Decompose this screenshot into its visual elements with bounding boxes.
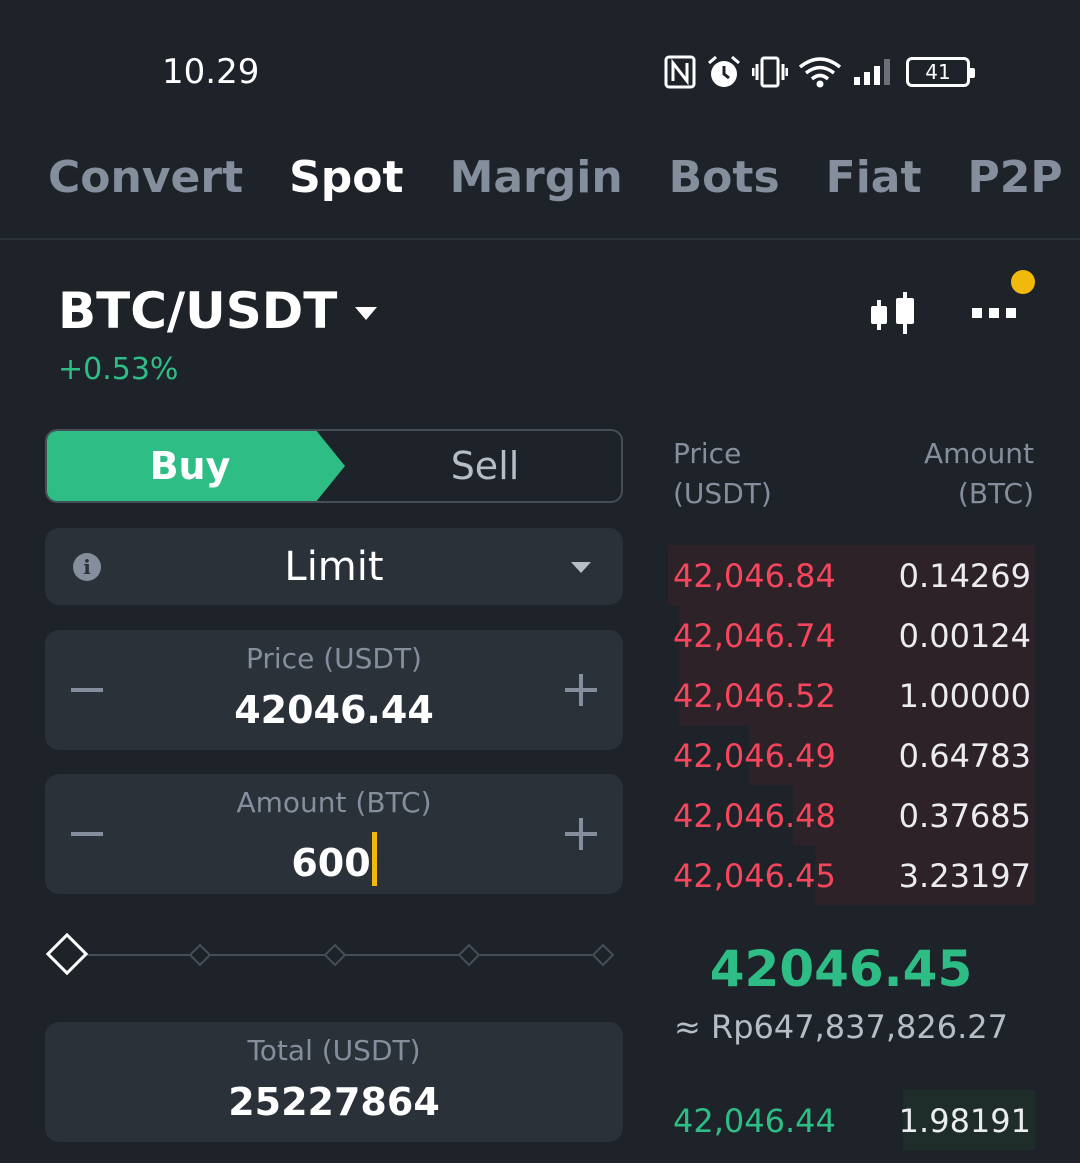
buy-label: Buy [149,444,231,488]
amount-percent-slider[interactable] [45,932,620,976]
buy-sell-toggle: Buy Sell [45,429,623,503]
ask-row[interactable]: 42,046.49 0.64783 [668,725,1035,785]
trade-tabs: Convert Spot Margin Bots Fiat P2P [48,148,1080,208]
ask-price: 42,046.45 [673,857,836,895]
slider-step-75[interactable] [457,943,481,967]
ask-price: 42,046.49 [673,737,836,775]
ask-price: 42,046.84 [673,557,836,595]
caret-down-icon [355,306,378,320]
order-type-value: Limit [284,544,384,590]
slider-handle[interactable] [45,932,89,976]
ask-price: 42,046.52 [673,677,836,715]
price-stepper[interactable]: Price (USDT) 42046.44 [45,630,623,750]
amount-stepper[interactable]: Amount (BTC) 600 [45,774,623,894]
price-input[interactable]: 42046.44 [45,688,623,732]
tab-bots[interactable]: Bots [669,148,780,208]
last-price[interactable]: 42046.45 [668,940,1014,998]
price-header-line2: (USDT) [673,477,772,510]
ask-row[interactable]: 42,046.84 0.14269 [668,545,1035,605]
nfc-icon [664,55,696,89]
total-input[interactable]: 25227864 [45,1080,623,1124]
slider-step-100[interactable] [591,943,615,967]
ask-amount: 3.23197 [898,857,1031,895]
ask-amount: 0.14269 [898,557,1031,595]
slider-step-50[interactable] [323,943,347,967]
total-field[interactable]: Total (USDT) 25227864 [45,1022,623,1142]
tab-p2p[interactable]: P2P [968,148,1063,208]
amount-header-line2: (BTC) [957,477,1034,510]
fiat-equivalent-price: ≈ Rp647,837,826.27 [674,1008,1008,1046]
bid-row[interactable]: 42,046.44 1.98191 [668,1090,1035,1150]
bid-amount: 1.98191 [898,1102,1031,1140]
total-label: Total (USDT) [247,1034,421,1067]
ask-amount: 1.00000 [898,677,1031,715]
tab-margin[interactable]: Margin [450,148,623,208]
bid-price: 42,046.44 [673,1102,836,1140]
tab-fiat[interactable]: Fiat [826,148,922,208]
notification-dot [1011,270,1035,294]
ask-row[interactable]: 42,046.74 0.00124 [668,605,1035,665]
chevron-down-icon [571,562,591,573]
pair-name: BTC/USDT [58,282,338,340]
amount-input[interactable]: 600 [45,832,623,886]
amount-increment-button[interactable] [565,818,597,850]
buy-button[interactable]: Buy [47,431,345,501]
ask-amount: 0.00124 [898,617,1031,655]
ask-price: 42,046.74 [673,617,836,655]
signal-icon [854,59,890,85]
ask-amount: 0.37685 [898,797,1031,835]
status-time: 10.29 [162,52,260,92]
orderbook-price-header: Price (USDT) [673,434,772,514]
price-label: Price (USDT) [246,642,422,675]
ask-row[interactable]: 42,046.45 3.23197 [668,845,1035,905]
sell-button[interactable]: Sell [347,431,621,501]
battery-level: 41 [925,60,951,84]
vibrate-icon [752,56,788,88]
amount-header-line1: Amount [923,437,1034,470]
tab-convert[interactable]: Convert [48,148,243,208]
pair-selector[interactable]: BTC/USDT [58,282,378,340]
text-cursor [371,832,377,886]
amount-label: Amount (BTC) [236,786,432,819]
tab-divider [0,238,1080,240]
price-increment-button[interactable] [565,674,597,706]
ask-row[interactable]: 42,046.52 1.00000 [668,665,1035,725]
orderbook-amount-header: Amount (BTC) [880,434,1034,514]
price-header-line1: Price [673,437,742,470]
candlestick-chart-icon[interactable] [866,290,922,338]
order-type-select[interactable]: i Limit [45,528,623,605]
slider-step-25[interactable] [188,943,212,967]
battery-icon: 41 [906,57,975,87]
pair-change: +0.53% [58,352,179,387]
tab-spot[interactable]: Spot [289,148,403,208]
ask-row[interactable]: 42,046.48 0.37685 [668,785,1035,845]
status-icons: 41 [664,52,975,92]
amount-value: 600 [291,841,371,885]
ask-amount: 0.64783 [898,737,1031,775]
ask-price: 42,046.48 [673,797,836,835]
more-options-icon[interactable] [968,296,1020,330]
wifi-icon [798,57,842,88]
alarm-icon [708,55,740,87]
